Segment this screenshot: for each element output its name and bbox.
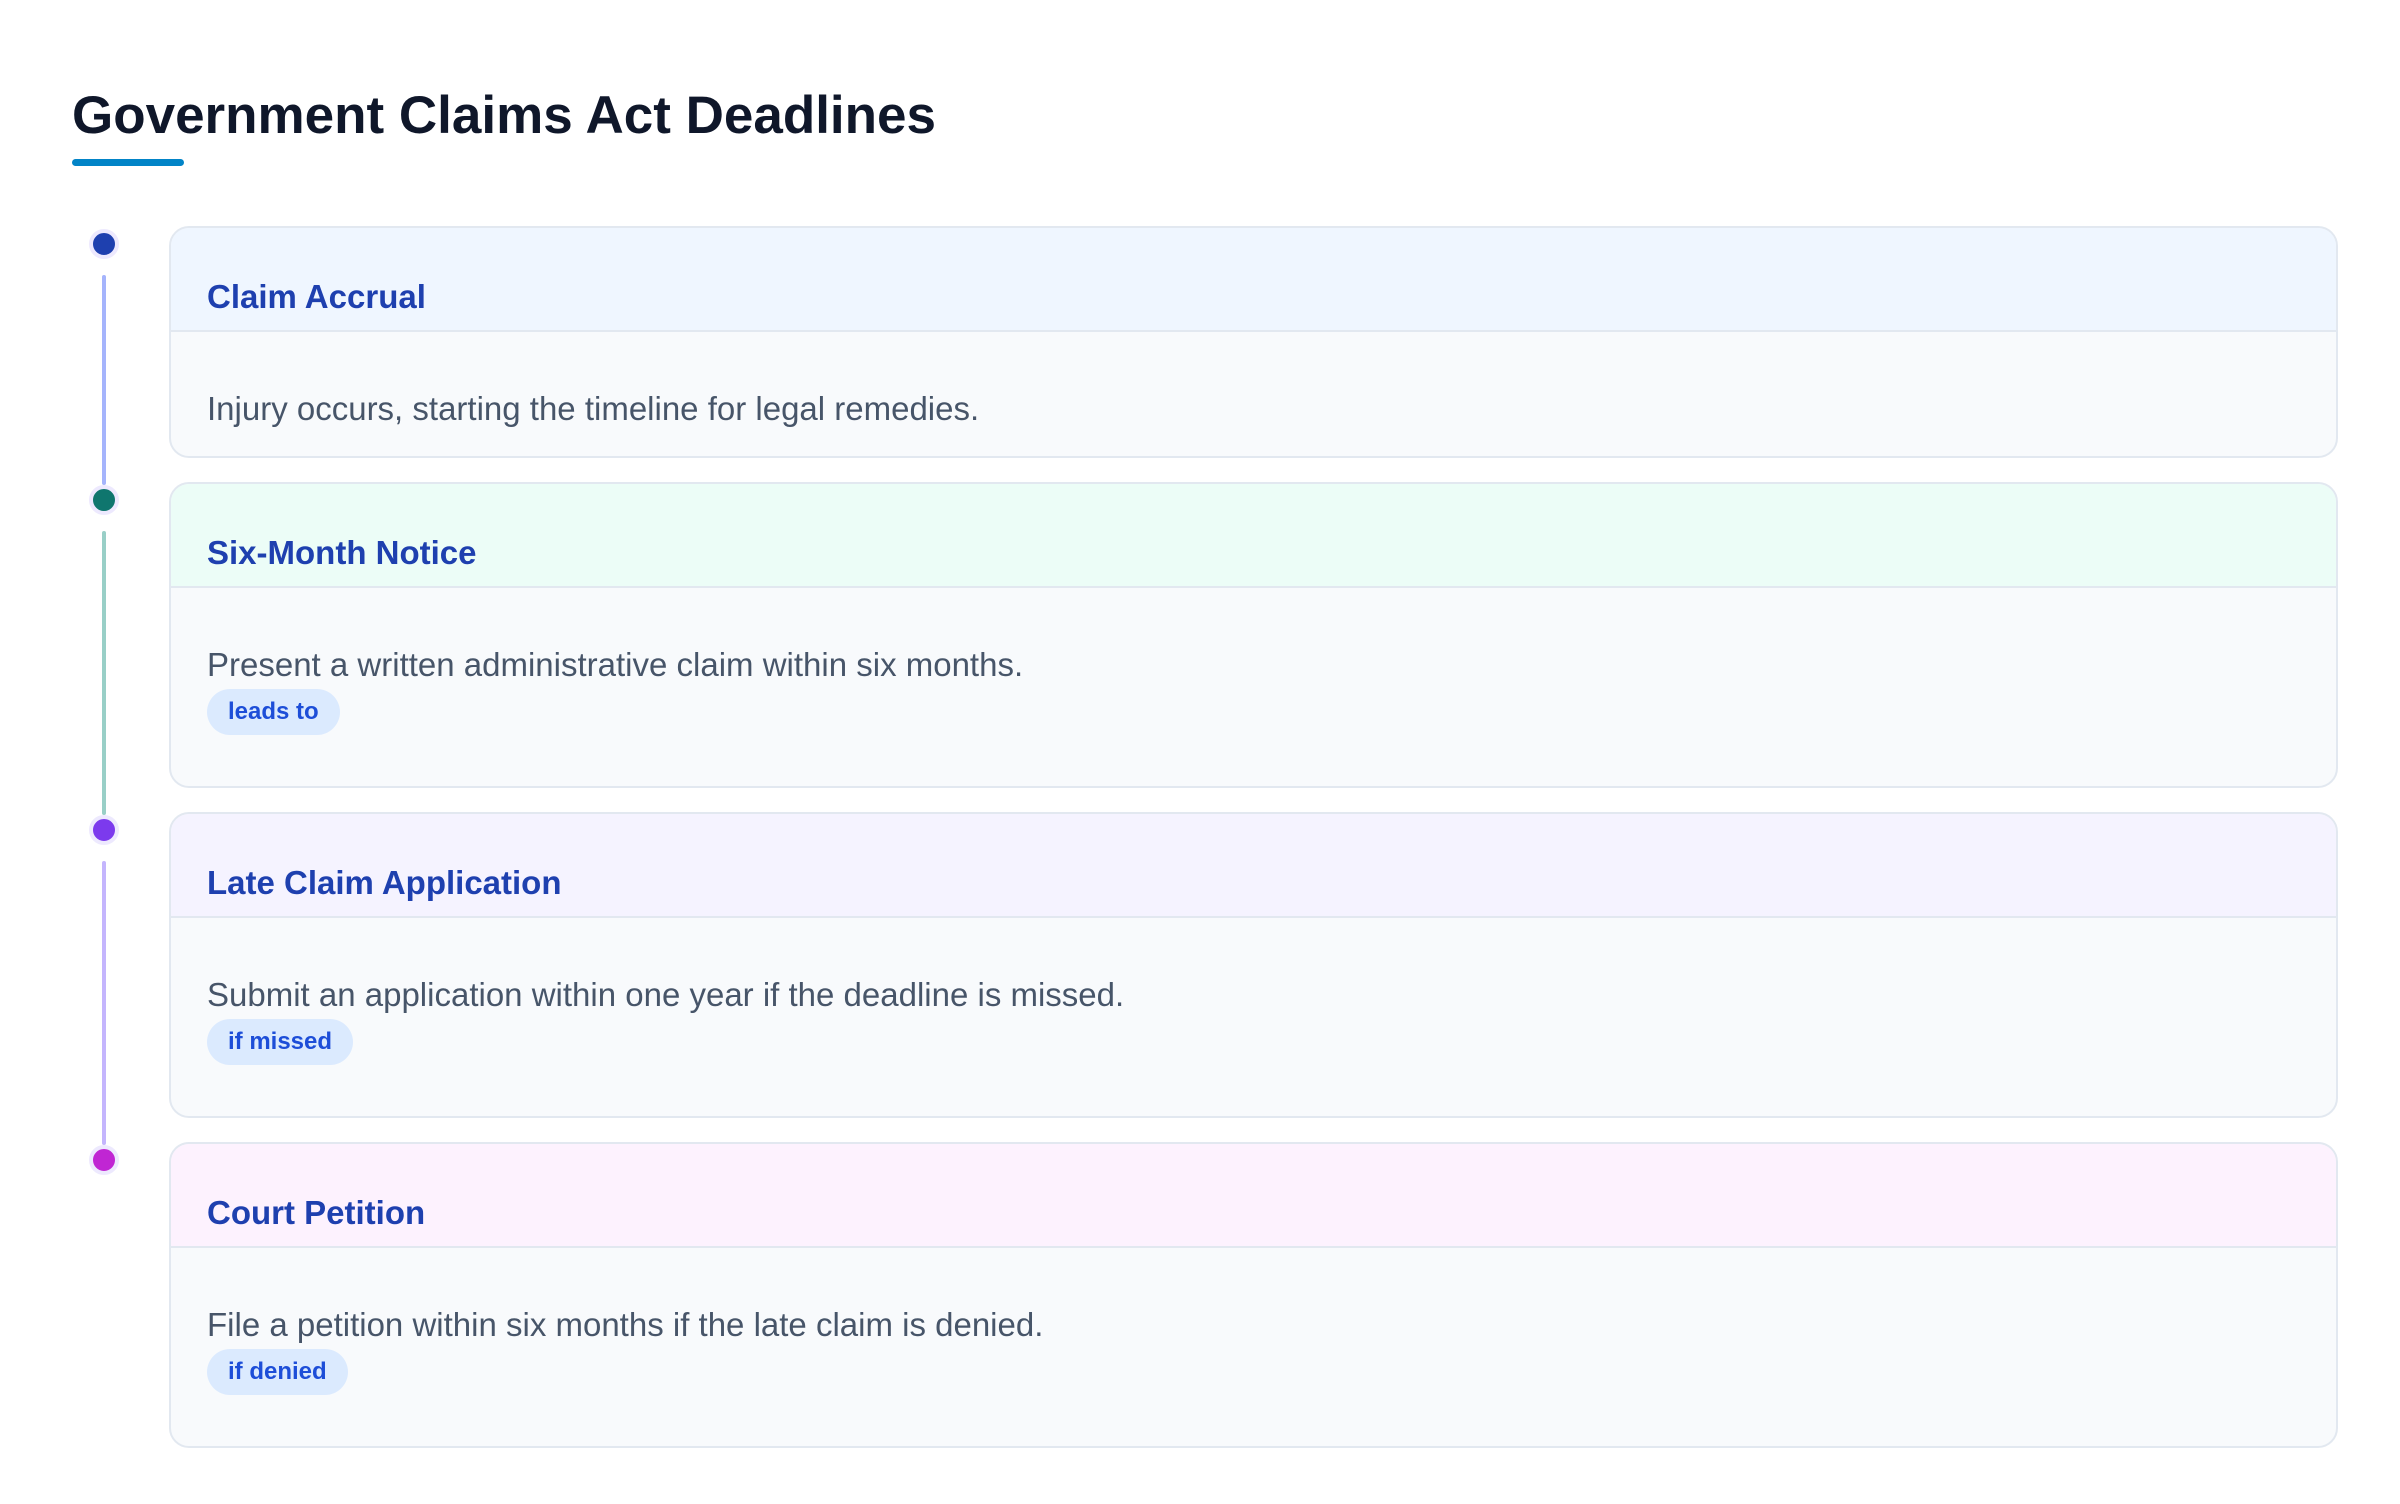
step-header: Six-Month Notice (171, 484, 2336, 588)
step-tag: if missed (207, 1019, 354, 1065)
step-description: File a petition within six months if the… (207, 1306, 1044, 1343)
step-header: Late Claim Application (171, 814, 2336, 918)
timeline-connector (102, 861, 106, 1145)
timeline-dot (89, 229, 119, 259)
step-title: Six-Month Notice (207, 534, 477, 571)
timeline-connector (102, 275, 106, 485)
step-description: Submit an application within one year if… (207, 976, 1125, 1013)
step-title: Late Claim Application (207, 864, 562, 901)
timeline-dot (89, 815, 119, 845)
timeline-dot (89, 485, 119, 515)
timeline-connector (102, 531, 106, 815)
step-tag: if denied (207, 1349, 348, 1395)
step-description: Injury occurs, starting the timeline for… (207, 390, 980, 427)
step-header: Claim Accrual (171, 228, 2336, 332)
step-card-claim-accrual: Claim Accrual Injury occurs, starting th… (169, 226, 2338, 458)
page-title: Government Claims Act Deadlines (72, 86, 936, 145)
step-tag: leads to (207, 689, 340, 735)
step-card-court-petition: Court Petition File a petition within si… (169, 1142, 2338, 1448)
step-title: Court Petition (207, 1194, 426, 1231)
step-description: Present a written administrative claim w… (207, 646, 1024, 683)
step-header: Court Petition (171, 1144, 2336, 1248)
step-card-late-claim-application: Late Claim Application Submit an applica… (169, 812, 2338, 1118)
step-title: Claim Accrual (207, 278, 426, 315)
timeline-dot (89, 1145, 119, 1175)
step-card-six-month-notice: Six-Month Notice Present a written admin… (169, 482, 2338, 788)
title-underline (72, 159, 184, 166)
